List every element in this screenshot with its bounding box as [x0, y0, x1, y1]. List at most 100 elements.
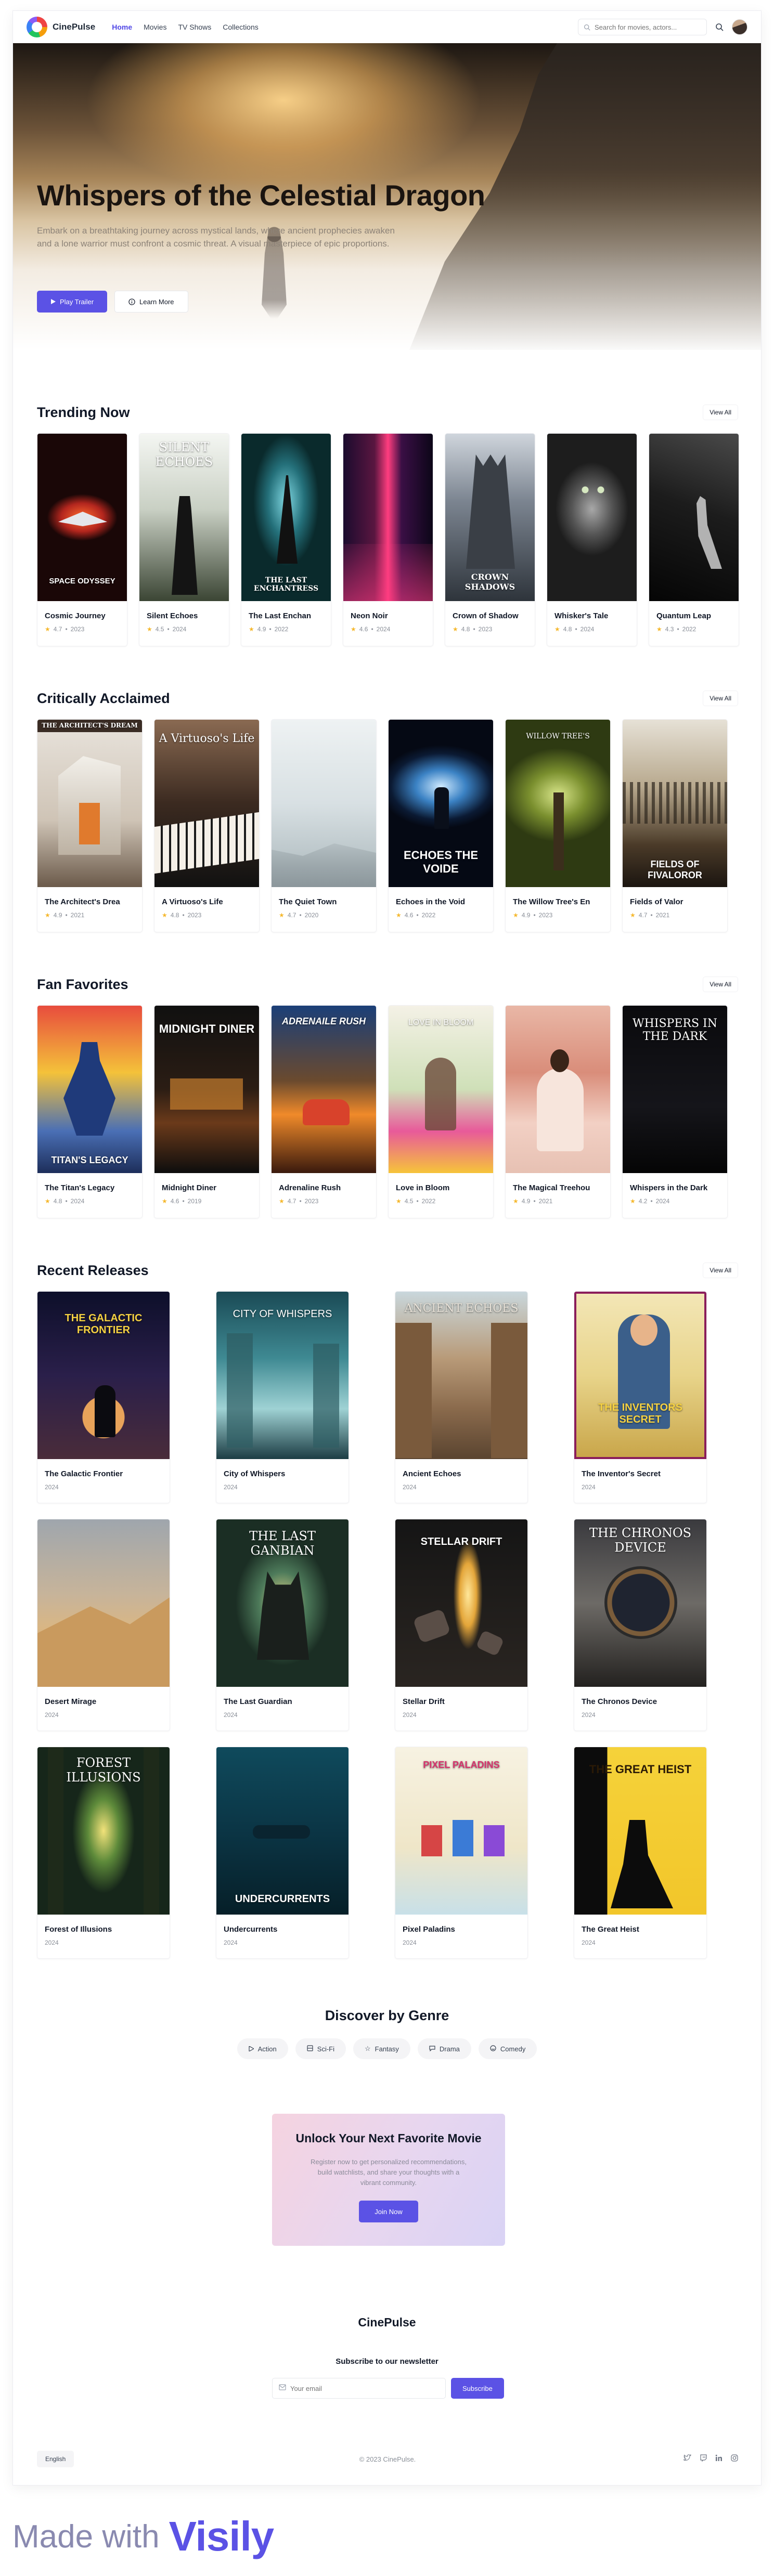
movie-card[interactable]: WILLOW TREE'S The Willow Tree's En ★ 4.9 •…	[505, 719, 611, 932]
movie-poster	[547, 434, 637, 601]
star-icon: ★	[351, 626, 356, 633]
movie-card[interactable]: CITY OF WHISPERS City of Whispers 2024	[216, 1291, 349, 1503]
genre-chip-comedy[interactable]: Comedy	[478, 2038, 537, 2059]
movie-poster: ECHOES THE VOIDE	[389, 720, 493, 887]
movie-card[interactable]: Quantum Leap ★ 4.3 • 2022	[649, 433, 739, 646]
subscribe-button[interactable]: Subscribe	[451, 2378, 504, 2399]
movie-title: The Titan's Legacy	[45, 1183, 115, 1192]
star-icon: ★	[453, 626, 458, 633]
movie-title: Forest of Illusions	[45, 1925, 112, 1934]
genre-chip-drama[interactable]: Drama	[417, 2038, 471, 2059]
view-all-button[interactable]: View All	[703, 405, 738, 420]
nav-link-tv-shows[interactable]: TV Shows	[178, 23, 211, 31]
genre-chip-sci-fi[interactable]: Sci-Fi	[295, 2038, 346, 2059]
movie-card[interactable]: PIXEL PALADINS Pixel Paladins 2024	[395, 1747, 528, 1959]
view-all-button[interactable]: View All	[703, 977, 738, 992]
movie-card[interactable]: Whisker's Tale ★ 4.8 • 2024	[547, 433, 637, 646]
search-box[interactable]	[578, 19, 707, 35]
movie-card[interactable]: STELLAR DRIFT Stellar Drift 2024	[395, 1519, 528, 1731]
genre-chip-fantasy[interactable]: ☆ Fantasy	[353, 2038, 410, 2059]
view-all-button[interactable]: View All	[703, 691, 738, 706]
movie-title: Silent Echoes	[147, 612, 198, 620]
movie-card[interactable]: ECHOES THE VOIDE Echoes in the Void ★ 4.6…	[388, 719, 494, 932]
movie-card[interactable]: THE ARCHITECT'S DREAM The Architect's Dr…	[37, 719, 143, 932]
movie-card[interactable]: FOREST ILLUSIONS Forest of Illusions 202…	[37, 1747, 170, 1959]
twitter-icon[interactable]	[683, 2454, 692, 2464]
rating: 4.5	[155, 626, 164, 633]
twitch-icon[interactable]	[700, 2454, 707, 2464]
visily-wordmark: Visily	[169, 2513, 275, 2559]
section-title: Recent Releases	[37, 1262, 149, 1278]
view-all-button[interactable]: View All	[703, 1263, 738, 1278]
movie-card[interactable]: LOVE IN BLOOM Love in Bloom ★ 4.5 • 2022	[388, 1005, 494, 1218]
movie-card[interactable]: UNDERCURRENTS Undercurrents 2024	[216, 1747, 349, 1959]
genre-chip-action[interactable]: Action	[237, 2038, 288, 2059]
instagram-icon[interactable]	[731, 2454, 738, 2464]
movie-card[interactable]: SPACE ODYSSEY Cosmic Journey ★ 4.7 • 2023	[37, 433, 127, 646]
nav-link-collections[interactable]: Collections	[223, 23, 258, 31]
nav-right	[578, 19, 747, 35]
movie-card[interactable]: TITAN'S LEGACY The Titan's Legacy ★ 4.8 • 2…	[37, 1005, 143, 1218]
acclaimed-row: THE ARCHITECT'S DREAM The Architect's Dr…	[37, 719, 738, 932]
movie-poster	[37, 1519, 170, 1687]
avatar[interactable]	[732, 19, 747, 35]
brand-name[interactable]: CinePulse	[53, 22, 95, 32]
movie-card[interactable]: SILENT ECHOES Silent Echoes ★ 4.5 • 2024	[139, 433, 229, 646]
nav-link-home[interactable]: Home	[112, 23, 132, 31]
movie-card[interactable]: Neon Noir ★ 4.6 • 2024	[343, 433, 433, 646]
movie-meta: ★ 4.8 • 2023	[162, 912, 202, 919]
movie-card[interactable]: THE CHRONOS DEVICE The Chronos Device 20…	[574, 1519, 707, 1731]
hero-banner: Whispers of the Celestial Dragon Embark …	[13, 43, 761, 350]
movie-card[interactable]: A Virtuoso's Life A Virtuoso's Life ★ 4.8…	[154, 719, 260, 932]
movie-card[interactable]: ANCIENT ECHOES Ancient Echoes 2024	[395, 1291, 528, 1503]
trending-row: SPACE ODYSSEY Cosmic Journey ★ 4.7 • 2023 S…	[37, 433, 739, 646]
smile-icon	[490, 2045, 496, 2053]
movie-title: The Inventor's Secret	[582, 1469, 661, 1478]
movie-poster: SPACE ODYSSEY	[37, 434, 127, 601]
movie-poster: A Virtuoso's Life	[154, 720, 259, 887]
movie-year: 2024	[45, 1484, 59, 1491]
movie-card[interactable]: THE LAST GANBIAN The Last Guardian 2024	[216, 1519, 349, 1731]
movie-card[interactable]: ADRENAILE RUSH Adrenaline Rush ★ 4.7 • 2023	[271, 1005, 377, 1218]
movie-card[interactable]: THE GALACTIC FRONTIER The Galactic Front…	[37, 1291, 170, 1503]
year: 2024	[376, 626, 391, 633]
movie-title: Stellar Drift	[403, 1697, 445, 1706]
movie-card[interactable]: The Magical Treehou ★ 4.9 • 2021	[505, 1005, 611, 1218]
genre-label: Fantasy	[375, 2045, 399, 2053]
movie-meta: ★ 4.9 • 2021	[45, 912, 85, 919]
linkedin-icon[interactable]	[715, 2454, 723, 2464]
search-icon[interactable]	[715, 23, 724, 31]
movie-card[interactable]: MIDNIGHT DINER Midnight Diner ★ 4.6 • 2019	[154, 1005, 260, 1218]
movie-meta: ★ 4.9 • 2021	[513, 1198, 553, 1205]
footer-bottom: English © 2023 CinePulse.	[37, 2449, 738, 2469]
movie-card[interactable]: Desert Mirage 2024	[37, 1519, 170, 1731]
movie-meta: ★ 4.6 • 2019	[162, 1198, 202, 1205]
year: 2022	[274, 626, 289, 633]
movie-card[interactable]: WHISPERS IN THE DARK Whispers in the Dar…	[622, 1005, 728, 1218]
movie-poster: THE LAST GANBIAN	[216, 1519, 349, 1687]
movie-card[interactable]: CROWN SHADOWS Crown of Shadow ★ 4.8 • 2023	[445, 433, 535, 646]
nav-link-movies[interactable]: Movies	[144, 23, 166, 31]
film-icon	[307, 2045, 313, 2053]
movie-card[interactable]: THE INVENTORS SECRET The Inventor's Secr…	[574, 1291, 707, 1503]
movie-card[interactable]: THE GREAT HEIST The Great Heist 2024	[574, 1747, 707, 1959]
movie-poster: ADRENAILE RUSH	[272, 1006, 376, 1173]
join-now-button[interactable]: Join Now	[359, 2201, 418, 2222]
movie-meta: ★ 4.5 • 2024	[147, 626, 187, 633]
movie-card[interactable]: The Quiet Town ★ 4.7 • 2020	[271, 719, 377, 932]
movie-title: The Great Heist	[582, 1925, 639, 1934]
logo-icon[interactable]	[27, 17, 47, 37]
learn-more-button[interactable]: Learn More	[114, 291, 188, 313]
email-box[interactable]	[272, 2378, 446, 2399]
email-input[interactable]	[290, 2384, 439, 2392]
movie-meta: ★ 4.6 • 2024	[351, 626, 391, 633]
movie-card[interactable]: FIELDS OF FIVALOROR Fields of Valor ★ 4.7…	[622, 719, 728, 932]
movie-meta: ★ 4.3 • 2022	[656, 626, 696, 633]
search-input[interactable]	[595, 23, 701, 31]
play-trailer-button[interactable]: Play Trailer	[37, 291, 108, 313]
movie-title: Ancient Echoes	[403, 1469, 461, 1478]
language-selector[interactable]: English	[37, 2451, 74, 2467]
movie-card[interactable]: THE LAST ENCHANTRESS The Last Enchan ★ 4.…	[241, 433, 331, 646]
genre-chips: Action Sci-Fi ☆ Fantasy Drama Comedy	[13, 2038, 761, 2059]
year: 2020	[304, 912, 319, 919]
